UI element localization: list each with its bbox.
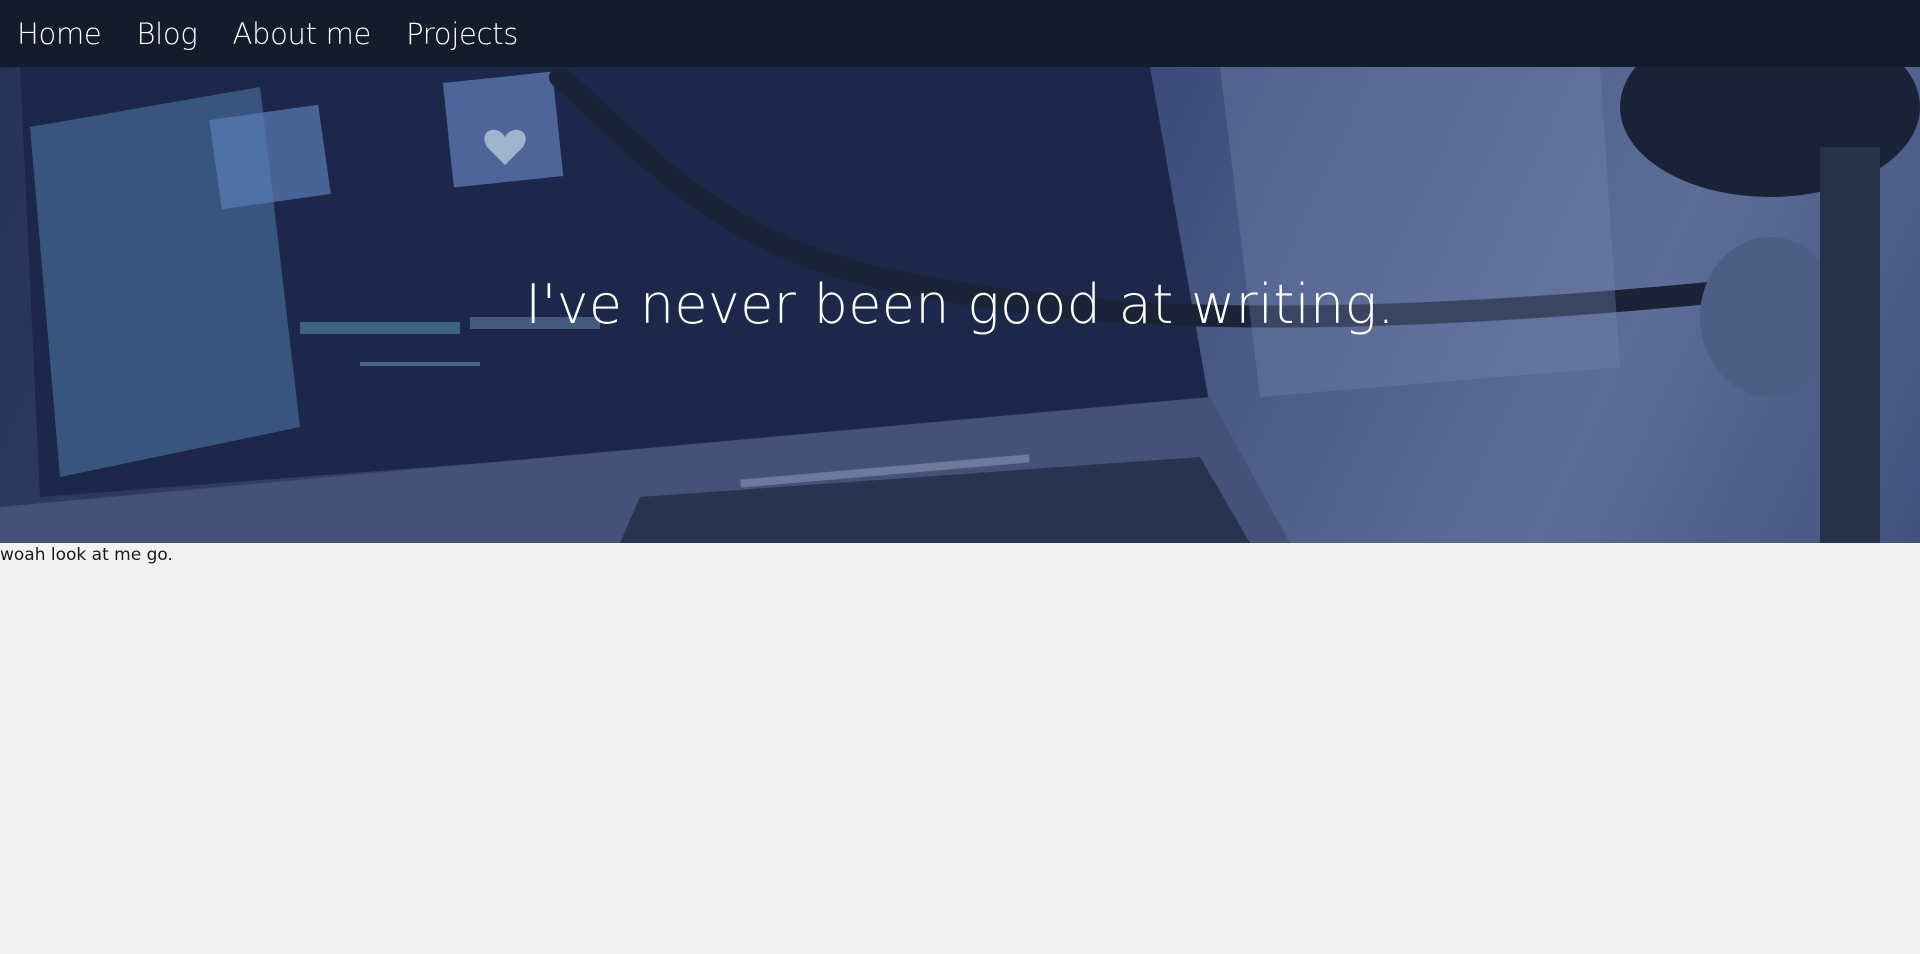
nav-link-about-me[interactable]: About me <box>232 17 371 51</box>
nav-link-projects[interactable]: Projects <box>406 17 518 51</box>
hero-title: I've never been good at writing. <box>525 273 1395 336</box>
nav-link-home[interactable]: Home <box>17 17 102 51</box>
body-caption: woah look at me go. <box>0 545 173 565</box>
hero-banner: I've never been good at writing. <box>0 67 1920 543</box>
top-navbar: Home Blog About me Projects <box>0 0 1920 67</box>
nav-link-blog[interactable]: Blog <box>136 17 197 51</box>
